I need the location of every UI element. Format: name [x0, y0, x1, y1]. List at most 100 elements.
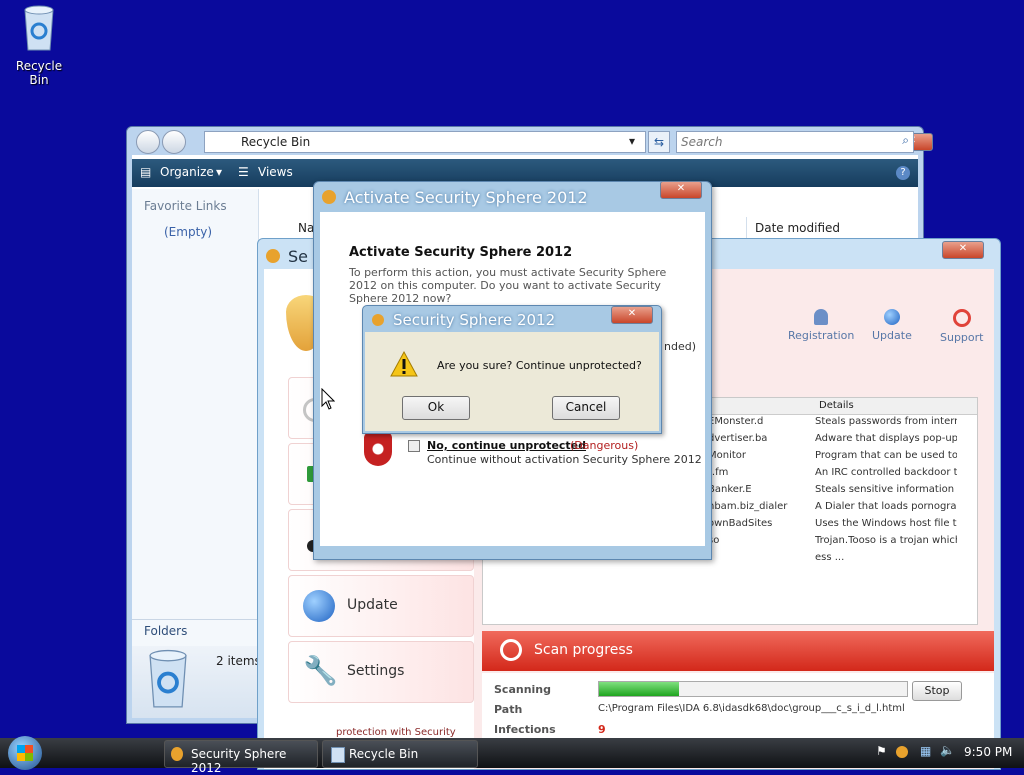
column-date-modified-label: Date modified — [755, 221, 841, 235]
nav-update-label: Update — [347, 597, 398, 613]
option-no-label[interactable]: No, continue unprotected — [427, 439, 586, 452]
activate-dialog-logo-icon — [322, 190, 336, 204]
stop-button[interactable]: Stop — [912, 681, 962, 701]
threat-name: EMonster.d — [708, 416, 764, 427]
option-no-radio[interactable] — [408, 440, 420, 452]
address-text: Recycle Bin — [241, 135, 311, 149]
favorite-links-header: Favorite Links — [144, 199, 227, 213]
items-count: 2 items — [216, 654, 261, 668]
folders-label: Folders — [144, 624, 188, 638]
security-main-close-button[interactable]: ✕ — [942, 241, 984, 259]
start-button[interactable] — [8, 736, 42, 770]
threat-details: Steals sensitive information fr... — [815, 484, 957, 495]
threat-details: Program that can be used to ... — [815, 450, 957, 461]
option-no-description: Continue without activation Security Sph… — [427, 453, 702, 466]
threat-details: Uses the Windows host file t... — [815, 518, 957, 529]
protection-bottom-text: protection with Security — [336, 727, 456, 738]
scan-progress-label: Scan progress — [534, 642, 633, 658]
path-label: Path — [494, 703, 523, 716]
infections-label: Infections — [494, 723, 556, 736]
volume-icon[interactable]: 🔈 — [940, 743, 955, 757]
support-button[interactable]: Support — [940, 309, 983, 344]
threat-details: Steals passwords from interne... — [815, 416, 957, 427]
help-icon[interactable]: ? — [896, 166, 910, 180]
search-input[interactable]: Search ⌕ — [676, 131, 914, 153]
confirm-dialog-close-button[interactable]: ✕ — [611, 306, 653, 324]
option-no-tag: (Dangerous) — [570, 439, 639, 452]
explorer-sidebar: Favorite Links (Empty) Folders — [132, 189, 259, 718]
desktop-recycle-bin-label: Recycle Bin — [15, 59, 63, 87]
confirm-dialog: Security Sphere 2012 ✕ Are you sure? Con… — [362, 305, 662, 434]
registration-label: Registration — [788, 329, 855, 342]
update-globe-icon — [303, 590, 335, 622]
windows-logo-icon — [17, 745, 33, 761]
scan-status-area: Scanning Stop Path C:\Program Files\IDA … — [482, 673, 994, 743]
column-name-label: Na — [298, 221, 315, 235]
favorite-links-empty: (Empty) — [164, 225, 213, 239]
confirm-dialog-title: Security Sphere 2012 — [393, 311, 556, 329]
update-button[interactable]: Update — [872, 309, 912, 342]
threat-details: Adware that displays pop-up/p... — [815, 433, 957, 444]
mouse-cursor-icon — [321, 388, 335, 410]
threat-details: A Dialer that loads pornographi... — [815, 501, 957, 512]
desktop-recycle-bin[interactable]: Recycle Bin — [6, 4, 72, 87]
refresh-icon[interactable]: ⇆ — [648, 131, 670, 153]
threat-details: An IRC controlled backdoor th... — [815, 467, 957, 478]
scanning-label: Scanning — [494, 683, 552, 696]
security-main-logo-icon — [266, 249, 280, 263]
warning-icon — [390, 350, 418, 377]
activate-dialog-heading: Activate Security Sphere 2012 — [349, 245, 573, 260]
support-lifebuoy-icon — [952, 309, 971, 327]
column-date-modified-header[interactable]: Date modified — [746, 217, 917, 240]
folders-section[interactable]: Folders — [132, 619, 258, 642]
explorer-navbar: Recycle Bin ▾ ⇆ Search ⌕ — [132, 127, 918, 155]
activate-dialog-text: To perform this action, you must activat… — [349, 266, 667, 305]
nav-settings[interactable]: 🔧 Settings — [288, 641, 474, 703]
system-tray: ⚑ ▦ 🔈 9:50 PM — [868, 742, 1018, 764]
threat-name: Banker.E — [708, 484, 752, 495]
threat-name: dvertiser.ba — [708, 433, 768, 444]
nav-update[interactable]: Update — [288, 575, 474, 637]
clock[interactable]: 9:50 PM — [964, 745, 1012, 759]
taskbar-task-recycle-bin[interactable]: Recycle Bin — [322, 740, 478, 768]
details-column-header[interactable]: Details — [819, 400, 854, 411]
cancel-button[interactable]: Cancel — [552, 396, 620, 420]
option-no-shield-icon — [364, 432, 392, 466]
recommended-text-partial: nded) — [664, 340, 696, 353]
confirm-dialog-logo-icon — [372, 314, 384, 326]
address-dropdown-icon[interactable]: ▾ — [629, 134, 635, 148]
search-placeholder: Search — [681, 135, 723, 149]
taskbar: Security Sphere 2012 Recycle Bin ⚑ ▦ 🔈 9… — [0, 736, 1024, 775]
network-icon[interactable]: ▦ — [920, 744, 931, 758]
settings-wrench-icon: 🔧 — [303, 654, 338, 687]
scan-progress-fill — [599, 682, 680, 696]
organize-icon: ▤ — [140, 165, 152, 179]
scan-progress-bar — [598, 681, 908, 697]
threat-details: Trojan.Tooso is a trojan which ... — [815, 535, 957, 546]
address-bar[interactable]: Recycle Bin ▾ — [204, 131, 646, 153]
flag-icon[interactable]: ⚑ — [876, 744, 887, 758]
search-icon[interactable]: ⌕ — [902, 133, 909, 148]
threat-name: ownBadSites — [708, 518, 773, 529]
ok-button[interactable]: Ok — [402, 396, 470, 420]
taskbar-task-security-sphere[interactable]: Security Sphere 2012 — [164, 740, 318, 775]
back-button[interactable] — [136, 130, 160, 154]
support-label: Support — [940, 331, 984, 344]
organize-button[interactable]: Organize — [160, 165, 214, 179]
magnifier-icon — [500, 639, 522, 661]
registration-button[interactable]: Registration — [788, 309, 854, 342]
activate-dialog-close-button[interactable]: ✕ — [660, 181, 702, 199]
update-icon — [883, 309, 900, 325]
organize-chevron-icon: ▾ — [216, 165, 223, 179]
threat-name: nbam.biz_dialer — [708, 501, 788, 512]
taskbar-task-label: Recycle Bin — [349, 747, 419, 761]
security-main-title: Se — [288, 247, 308, 266]
views-button[interactable]: Views — [258, 165, 293, 179]
security-tray-icon[interactable] — [896, 746, 908, 758]
forward-button[interactable] — [162, 130, 186, 154]
confirm-dialog-body: Are you sure? Continue unprotected? Ok C… — [365, 332, 659, 431]
registration-icon — [814, 309, 829, 325]
taskbar-recycle-icon — [331, 747, 345, 763]
views-icon: ☰ — [238, 165, 249, 179]
path-value: C:\Program Files\IDA 6.8\idasdk68\doc\gr… — [598, 703, 905, 714]
